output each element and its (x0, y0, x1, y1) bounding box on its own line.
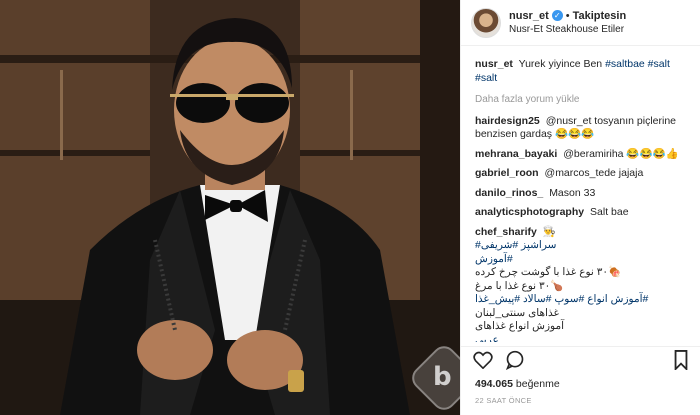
comment-username[interactable]: hairdesign25 (475, 115, 540, 127)
location-link[interactable]: Nusr-Et Steakhouse Etiler (509, 23, 626, 37)
post-side-panel: nusr_et ✓ • Takiptesin Nusr-Et Steakhous… (460, 0, 700, 415)
post-photo[interactable]: b (0, 0, 460, 415)
comment-text: Mason 33 (549, 186, 596, 199)
comment-line: غذاهای سنتی_لبنان (475, 306, 559, 319)
comment-line[interactable]: سراشپز #شریفی# (475, 239, 691, 253)
caption: nusr_et Yurek yiyince Ben #saltbae #salt… (475, 58, 691, 85)
follow-button[interactable]: Takiptesin (573, 9, 627, 23)
comment-username[interactable]: gabriel_roon (475, 167, 539, 179)
header-separator: • (565, 9, 570, 22)
caption-text: Yurek yiyince Ben (518, 58, 603, 70)
comment-text: 👨‍🍳 (542, 225, 556, 238)
caption-username[interactable]: nusr_et (475, 58, 513, 70)
bookmark-icon[interactable] (673, 349, 689, 370)
post-timestamp: 22 SAAT ÖNCE (475, 396, 532, 405)
load-more-comments-button[interactable]: Daha fazla yorum yükle (475, 93, 691, 107)
verified-badge-icon: ✓ (551, 10, 563, 21)
comment-line: 🍖۳۰ نوع غذا با گوشت چرخ کرده (475, 266, 622, 278)
heart-icon[interactable] (473, 351, 493, 369)
photo-illustration (0, 0, 460, 415)
avatar[interactable] (471, 7, 501, 38)
comment-username[interactable]: mehrana_bayaki (475, 148, 557, 160)
comment-text: Salt bae (590, 206, 629, 218)
comment-line: 🍗۳۰ نوع غذا با مرغ (475, 279, 564, 292)
list-item: mehrana_bayaki @beramiriha 😂😂😂👍 (475, 148, 691, 162)
header-username[interactable]: nusr_et (509, 9, 549, 23)
list-item: gabriel_roon @marcos_tede jajaja (475, 167, 691, 181)
post-actions (461, 346, 700, 372)
list-item: chef_sharify 👨‍🍳 سراشپز #شریفی# #آموزش 🍖… (475, 226, 691, 343)
comment-line[interactable]: #آموزش انواع #سوپ #سالاد #پیش_غذا (475, 293, 691, 307)
likes-number: 494.065 (475, 378, 513, 390)
list-item: hairdesign25 @nusr_et tosyanın piçlerine… (475, 115, 691, 142)
comment-username[interactable]: danilo_rinos_ (475, 187, 543, 199)
watermark-letter-icon: b (433, 362, 452, 392)
comment-line[interactable]: عربی (475, 334, 691, 343)
comment-username[interactable]: analyticsphotography (475, 206, 584, 218)
comment-username[interactable]: chef_sharify (475, 226, 537, 238)
list-item: analyticsphotography Salt bae (475, 206, 691, 220)
likes-count[interactable]: 494.065 beğenme (475, 378, 560, 390)
comment-icon[interactable] (505, 350, 525, 370)
comment-line: آموزش انواع غذاهای (475, 320, 565, 332)
comment-text: @marcos_tede jajaja (544, 167, 644, 179)
likes-label: beğenme (515, 378, 560, 390)
list-item: danilo_rinos_ Mason 33 (475, 187, 691, 201)
comment-line[interactable]: #آموزش (475, 253, 691, 267)
comment-text: @beramiriha 😂😂😂👍 (563, 147, 679, 160)
post-header: nusr_et ✓ • Takiptesin Nusr-Et Steakhous… (461, 0, 700, 46)
comments-list: nusr_et Yurek yiyince Ben #saltbae #salt… (461, 52, 700, 342)
